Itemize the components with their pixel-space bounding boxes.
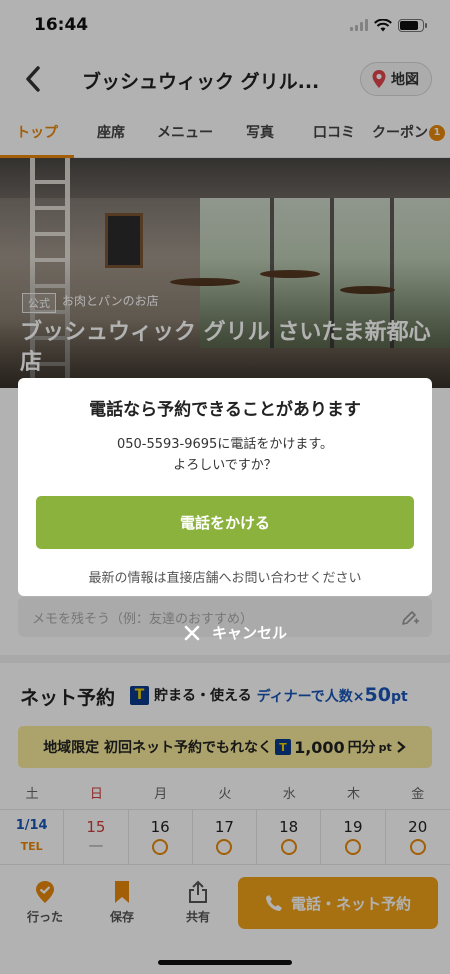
dialog-message: 050-5593-9695に電話をかけます。 よろしいですか？: [18, 434, 432, 476]
dialog-confirm-line: よろしいですか？: [173, 458, 277, 473]
dialog-note: 最新の情報は直接店舗へお問い合わせください: [88, 571, 362, 586]
dialog-title: 電話なら予約できることがあります: [89, 400, 361, 420]
call-button[interactable]: 電話をかける: [36, 496, 414, 549]
cancel-label: キャンセル: [212, 624, 288, 642]
dialog-phone-line: 050-5593-9695に電話をかけます。: [116, 437, 334, 452]
call-confirm-dialog: 電話なら予約できることがあります 050-5593-9695に電話をかけます。 …: [18, 378, 432, 596]
close-icon: [184, 625, 200, 640]
cancel-button[interactable]: キャンセル: [184, 622, 287, 643]
